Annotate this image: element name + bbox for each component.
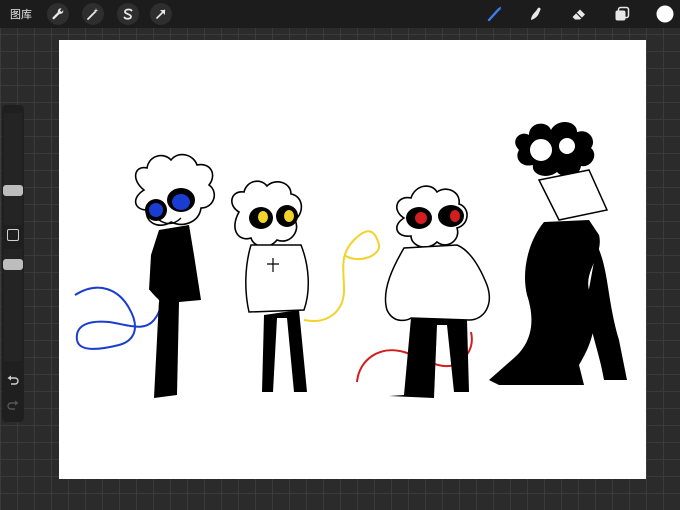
selection-s-icon	[123, 8, 133, 20]
actions-button[interactable]	[47, 3, 69, 25]
opacity-slider[interactable]	[3, 249, 23, 361]
drawing-canvas[interactable]	[59, 40, 646, 479]
smudge-button[interactable]	[525, 3, 547, 25]
smudge-finger-icon	[531, 7, 541, 20]
artwork-drawing	[74, 121, 627, 398]
brush-size-slider[interactable]	[3, 113, 23, 225]
layers-button[interactable]	[611, 3, 633, 25]
top-toolbar: 图库	[0, 0, 680, 28]
character-red-eyes	[384, 185, 490, 398]
character-black-silhouette	[489, 121, 627, 385]
wrench-icon	[52, 8, 64, 20]
eraser-button[interactable]	[568, 3, 590, 25]
brush-icon	[487, 6, 501, 22]
left-sidebar	[2, 105, 24, 422]
undo-arrow-icon[interactable]	[6, 373, 20, 387]
color-swatch-icon	[656, 5, 674, 23]
modify-button[interactable]	[7, 229, 19, 241]
character-yellow-eyes	[231, 180, 310, 392]
transform-button[interactable]	[150, 3, 172, 25]
brush-button[interactable]	[484, 3, 506, 25]
opacity-thumb[interactable]	[3, 259, 23, 270]
brush-size-thumb[interactable]	[3, 185, 23, 196]
gallery-button[interactable]: 图库	[10, 6, 32, 22]
adjustments-button[interactable]	[82, 3, 104, 25]
color-button[interactable]	[654, 3, 676, 25]
arrow-cursor-icon	[156, 9, 166, 19]
magic-wand-icon	[87, 8, 99, 20]
redo-arrow-icon[interactable]	[6, 398, 20, 412]
character-blue-eyes	[134, 153, 216, 398]
layers-icon	[615, 6, 630, 21]
selection-button[interactable]	[117, 3, 139, 25]
eraser-icon	[572, 9, 585, 20]
